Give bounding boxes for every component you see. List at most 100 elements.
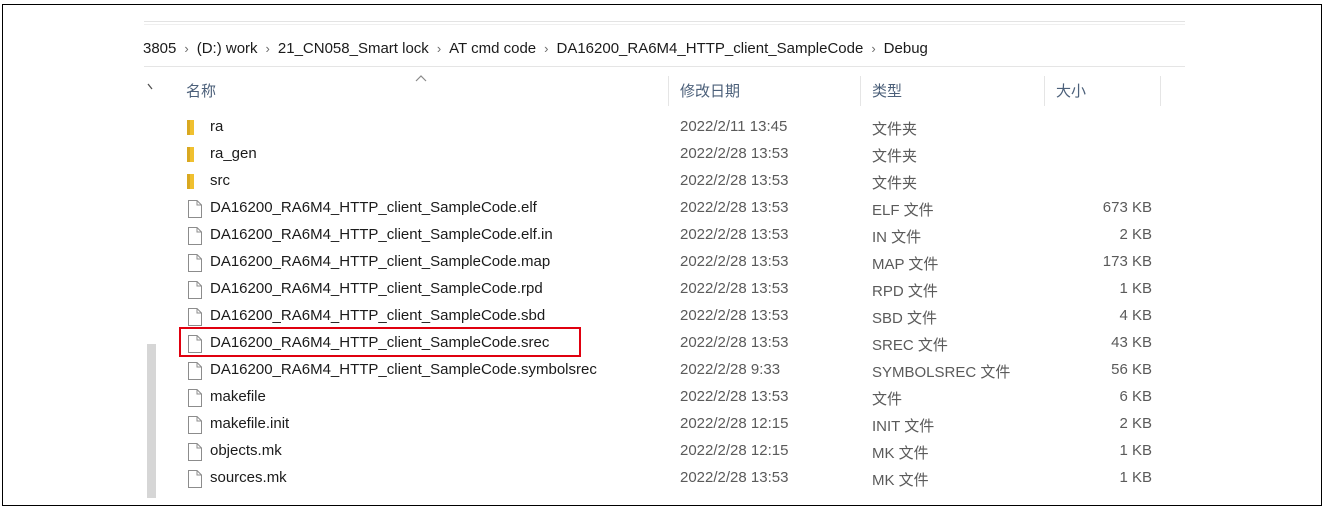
file-row[interactable]: DA16200_RA6M4_HTTP_client_SampleCode.elf… <box>170 195 1162 222</box>
file-icon <box>186 280 204 300</box>
chevron-right-icon[interactable]: › <box>871 41 875 56</box>
file-icon <box>186 469 204 489</box>
chevron-right-icon[interactable]: › <box>184 41 188 56</box>
file-date: 2022/2/28 13:53 <box>680 307 789 324</box>
folder-row[interactable]: ra 2022/2/11 13:45 文件夹 <box>170 114 1162 141</box>
file-date: 2022/2/11 13:45 <box>680 118 788 135</box>
file-icon <box>186 361 204 381</box>
file-date: 2022/2/28 13:53 <box>680 199 789 216</box>
file-name: ra <box>210 118 224 135</box>
toolbar-divider <box>144 21 1185 25</box>
breadcrumb-item[interactable]: 3805 <box>143 40 176 57</box>
file-name: src <box>210 172 230 189</box>
folder-icon <box>186 172 204 192</box>
file-size: 4 KB <box>1119 307 1152 324</box>
file-type: IN 文件 <box>872 229 922 246</box>
file-icon <box>186 415 204 435</box>
navigation-pane-scrollbar[interactable] <box>147 68 156 498</box>
column-divider[interactable] <box>860 76 861 106</box>
file-type: SBD 文件 <box>872 310 938 327</box>
folder-icon <box>186 118 204 138</box>
column-header-size[interactable]: 大小 <box>1056 72 1086 108</box>
breadcrumb-item[interactable]: AT cmd code <box>449 40 536 57</box>
file-row[interactable]: DA16200_RA6M4_HTTP_client_SampleCode.sym… <box>170 357 1162 384</box>
breadcrumb-item[interactable]: 21_CN058_Smart lock <box>278 40 429 57</box>
file-name: DA16200_RA6M4_HTTP_client_SampleCode.elf… <box>210 226 553 243</box>
folder-row[interactable]: ra_gen 2022/2/28 13:53 文件夹 <box>170 141 1162 168</box>
file-row[interactable]: sources.mk 2022/2/28 13:53 MK 文件 1 KB <box>170 465 1162 492</box>
file-icon <box>186 226 204 246</box>
file-row[interactable]: DA16200_RA6M4_HTTP_client_SampleCode.rpd… <box>170 276 1162 303</box>
file-type: 文件 <box>872 391 903 408</box>
file-size: 173 KB <box>1102 253 1152 270</box>
file-name: DA16200_RA6M4_HTTP_client_SampleCode.sbd <box>210 307 546 324</box>
file-type: 文件夹 <box>872 148 918 165</box>
file-type: SYMBOLSREC 文件 <box>872 364 1011 381</box>
file-name: makefile.init <box>210 415 290 432</box>
file-icon <box>186 307 204 327</box>
file-row[interactable]: DA16200_RA6M4_HTTP_client_SampleCode.elf… <box>170 222 1162 249</box>
file-date: 2022/2/28 13:53 <box>680 469 789 486</box>
folder-row[interactable]: src 2022/2/28 13:53 文件夹 <box>170 168 1162 195</box>
file-date: 2022/2/28 13:53 <box>680 334 789 351</box>
file-type: MK 文件 <box>872 445 929 462</box>
file-size: 56 KB <box>1111 361 1152 378</box>
file-icon <box>186 442 204 462</box>
column-header-name[interactable]: 名称 <box>186 72 216 108</box>
file-type: MAP 文件 <box>872 256 939 273</box>
column-header-date[interactable]: 修改日期 <box>680 72 740 108</box>
file-type: 文件夹 <box>872 175 918 192</box>
file-type: INIT 文件 <box>872 418 935 435</box>
breadcrumb-item[interactable]: DA16200_RA6M4_HTTP_client_SampleCode <box>556 40 863 57</box>
file-size: 43 KB <box>1111 334 1152 351</box>
collapse-arrow-icon[interactable] <box>147 82 156 91</box>
file-name: DA16200_RA6M4_HTTP_client_SampleCode.rpd <box>210 280 543 297</box>
file-size: 1 KB <box>1119 442 1152 459</box>
file-size: 6 KB <box>1119 388 1152 405</box>
file-type: 文件夹 <box>872 121 918 138</box>
file-row[interactable]: DA16200_RA6M4_HTTP_client_SampleCode.sbd… <box>170 303 1162 330</box>
file-row[interactable]: DA16200_RA6M4_HTTP_client_SampleCode.map… <box>170 249 1162 276</box>
file-date: 2022/2/28 13:53 <box>680 253 789 270</box>
file-name: objects.mk <box>210 442 282 459</box>
file-date: 2022/2/28 13:53 <box>680 172 789 189</box>
file-name: sources.mk <box>210 469 287 486</box>
file-name: DA16200_RA6M4_HTTP_client_SampleCode.map <box>210 253 551 270</box>
file-name: DA16200_RA6M4_HTTP_client_SampleCode.elf <box>210 199 537 216</box>
file-size: 1 KB <box>1119 469 1152 486</box>
breadcrumb-item-current[interactable]: Debug <box>884 40 928 57</box>
column-header: 名称 修改日期 类型 大小 <box>170 72 1162 108</box>
scrollbar-thumb[interactable] <box>147 344 156 498</box>
file-icon <box>186 388 204 408</box>
file-date: 2022/2/28 13:53 <box>680 145 789 162</box>
chevron-right-icon[interactable]: › <box>544 41 548 56</box>
file-date: 2022/2/28 13:53 <box>680 388 789 405</box>
file-date: 2022/2/28 9:33 <box>680 361 781 378</box>
file-type: MK 文件 <box>872 472 929 489</box>
column-divider[interactable] <box>668 76 669 106</box>
file-type: SREC 文件 <box>872 337 948 354</box>
file-row[interactable]: makefile 2022/2/28 13:53 文件 6 KB <box>170 384 1162 411</box>
column-divider[interactable] <box>1044 76 1045 106</box>
chevron-right-icon[interactable]: › <box>437 41 441 56</box>
file-size: 2 KB <box>1119 415 1152 432</box>
file-icon <box>186 199 204 219</box>
file-date: 2022/2/28 12:15 <box>680 442 789 459</box>
file-date: 2022/2/28 12:15 <box>680 415 789 432</box>
file-size: 1 KB <box>1119 280 1152 297</box>
column-header-type[interactable]: 类型 <box>872 72 902 108</box>
address-bar-divider <box>144 66 1185 67</box>
file-date: 2022/2/28 13:53 <box>680 280 789 297</box>
column-divider[interactable] <box>1160 76 1161 106</box>
chevron-right-icon[interactable]: › <box>266 41 270 56</box>
file-size: 673 KB <box>1102 199 1152 216</box>
file-date: 2022/2/28 13:53 <box>680 226 789 243</box>
file-name: ra_gen <box>210 145 257 162</box>
file-row[interactable]: makefile.init 2022/2/28 12:15 INIT 文件 2 KB <box>170 411 1162 438</box>
folder-icon <box>186 145 204 165</box>
file-type: RPD 文件 <box>872 283 938 300</box>
breadcrumb-item[interactable]: (D:) work <box>197 40 258 57</box>
file-name: makefile <box>210 388 266 405</box>
file-type: ELF 文件 <box>872 202 934 219</box>
file-row[interactable]: objects.mk 2022/2/28 12:15 MK 文件 1 KB <box>170 438 1162 465</box>
